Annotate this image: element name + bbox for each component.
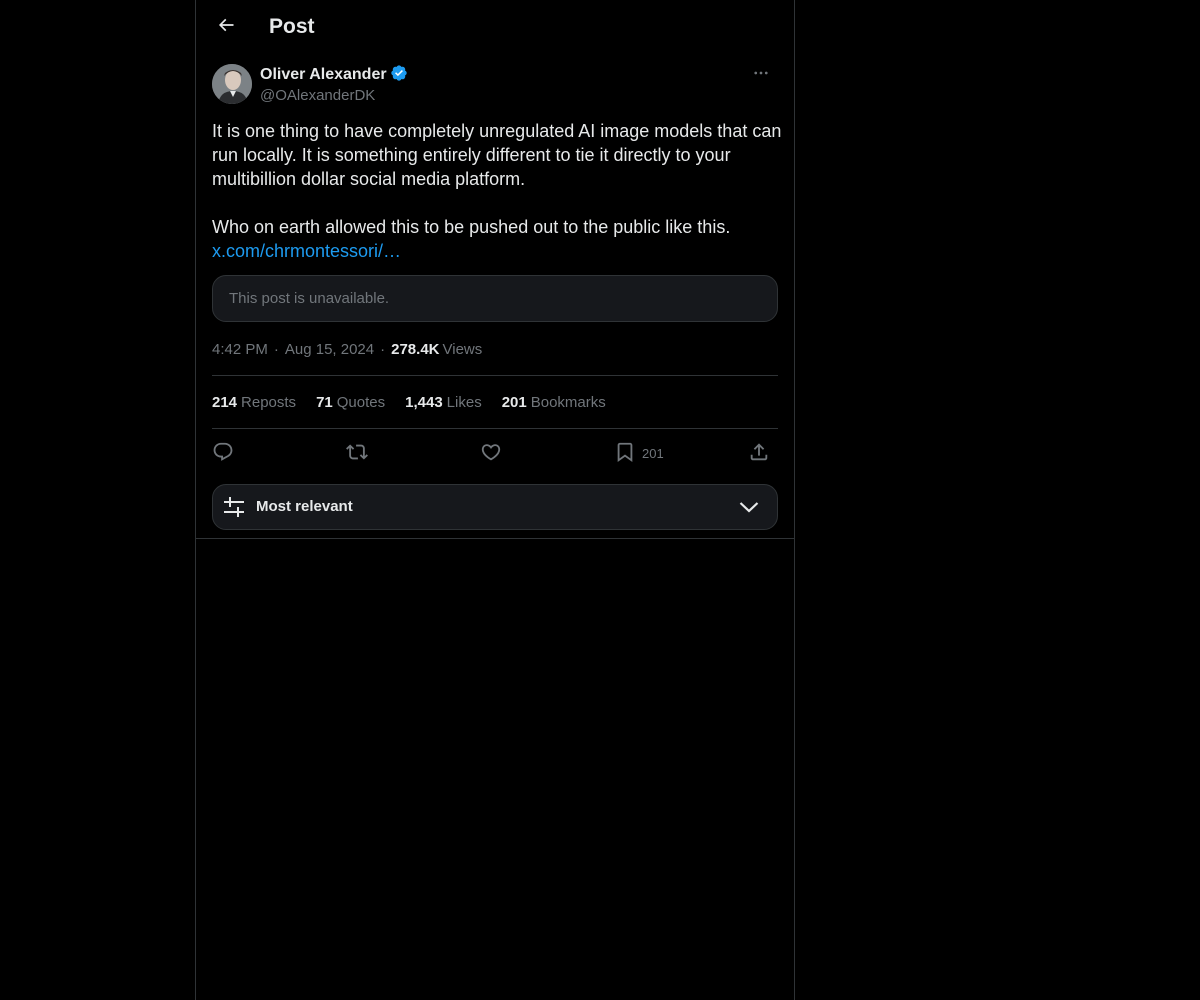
reply-sort-dropdown[interactable]: Most relevant <box>212 484 778 530</box>
post-time[interactable]: 4:42 PM <box>212 341 268 358</box>
post-link[interactable]: x.com/chrmontessori/… <box>212 241 401 261</box>
bookmarks-label: Bookmarks <box>530 393 606 411</box>
post-meta: 4:42 PM · Aug 15, 2024 · 278.4K Views <box>212 340 483 358</box>
author-row: Oliver Alexander @OAlexanderDK <box>212 64 778 108</box>
share-icon <box>748 441 770 466</box>
avatar[interactable] <box>212 64 252 104</box>
likes-stat[interactable]: 1,443 Likes <box>405 394 482 411</box>
more-dots-icon <box>752 64 770 87</box>
heart-icon <box>480 441 502 466</box>
share-button[interactable] <box>748 436 770 470</box>
likes-count: 1,443 <box>405 393 443 411</box>
reply-button[interactable] <box>212 436 234 470</box>
quotes-count: 71 <box>316 393 333 411</box>
post-paragraph: Who on earth allowed this to be pushed o… <box>212 217 731 237</box>
quotes-stat[interactable]: 71 Quotes <box>316 394 385 411</box>
repost-icon <box>346 441 368 466</box>
like-button[interactable] <box>480 436 502 470</box>
reply-icon <box>212 441 234 466</box>
sort-label: Most relevant <box>256 498 353 515</box>
bookmarks-stat[interactable]: 201 Bookmarks <box>502 394 606 411</box>
views-label: Views <box>442 340 483 358</box>
reposts-count: 214 <box>212 393 238 411</box>
more-options-button[interactable] <box>744 64 778 86</box>
post-detail-column: Post Oliver Alexander @OAlexanderDK It i… <box>195 0 795 1000</box>
back-button[interactable] <box>208 9 244 45</box>
verified-badge-icon <box>390 64 408 87</box>
post-date[interactable]: Aug 15, 2024 <box>285 341 374 358</box>
reposts-label: Reposts <box>241 393 297 411</box>
arrow-left-icon <box>216 15 236 40</box>
author-name[interactable]: Oliver Alexander <box>260 64 387 86</box>
bookmark-button[interactable]: 201 <box>614 436 664 470</box>
post-paragraph: It is one thing to have completely unreg… <box>212 121 782 189</box>
unavailable-text: This post is unavailable. <box>229 290 390 307</box>
page-title: Post <box>269 15 315 38</box>
post-text: It is one thing to have completely unreg… <box>212 119 782 263</box>
bookmarks-count: 201 <box>501 393 527 411</box>
engagement-stats: 214 Reposts 71 Quotes 1,443 Likes 201 Bookma… <box>212 392 626 412</box>
bookmark-icon <box>614 441 636 466</box>
divider <box>196 538 794 539</box>
author-handle[interactable]: @OAlexanderDK <box>260 86 375 106</box>
sliders-icon <box>223 496 245 523</box>
quotes-label: Quotes <box>336 393 386 411</box>
reposts-stat[interactable]: 214 Reposts <box>212 394 296 411</box>
divider <box>212 375 778 376</box>
quoted-post-unavailable: This post is unavailable. <box>212 275 778 322</box>
chevron-down-icon <box>739 499 759 520</box>
header-bar: Post <box>196 0 794 54</box>
action-bar: 201 <box>212 436 778 470</box>
likes-label: Likes <box>446 393 482 411</box>
bookmark-count: 201 <box>642 445 664 461</box>
divider <box>212 428 778 429</box>
author-name-row: Oliver Alexander <box>260 64 408 86</box>
repost-button[interactable] <box>346 436 368 470</box>
views-count: 278.4K <box>391 340 440 358</box>
